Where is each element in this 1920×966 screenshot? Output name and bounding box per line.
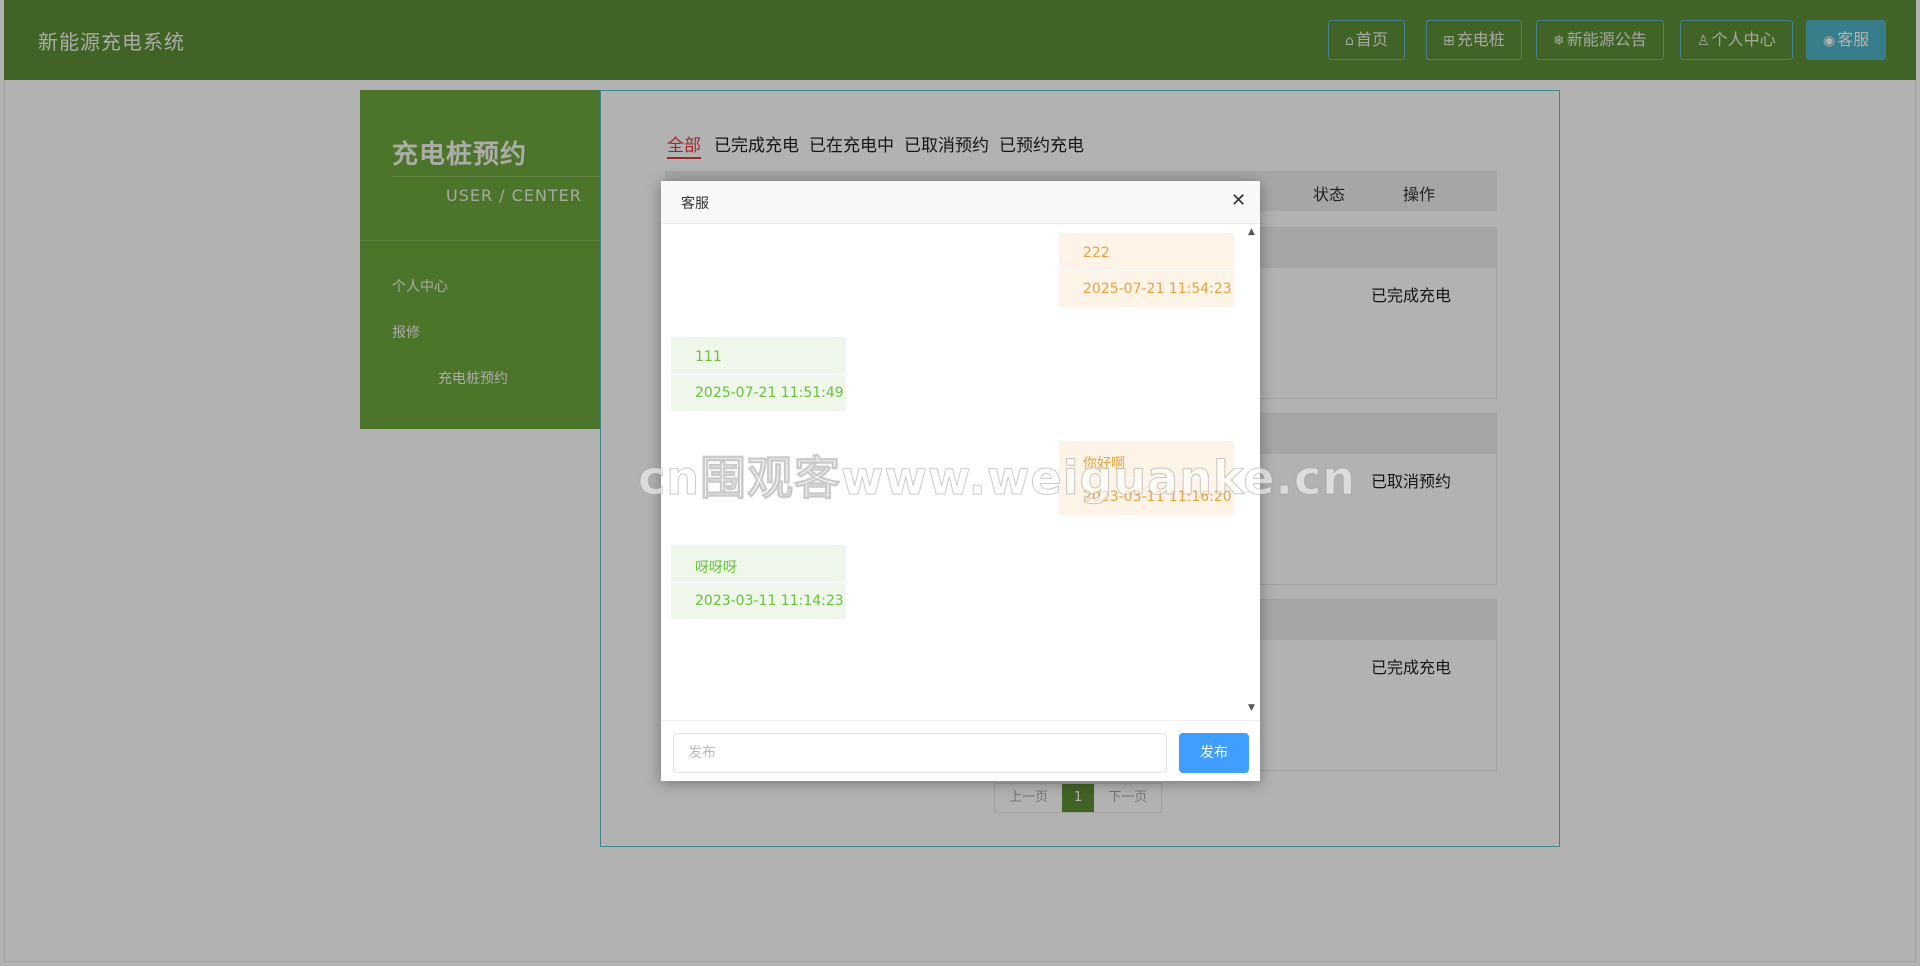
message-divider (1059, 270, 1234, 271)
chat-input[interactable] (673, 733, 1167, 773)
modal-title: 客服 (681, 196, 709, 212)
message-time: 2025-07-21 11:54:23 (1083, 281, 1232, 297)
message-text: 呀呀呀 (695, 560, 737, 576)
close-icon[interactable]: ✕ (1231, 190, 1246, 211)
message-text: 222 (1083, 245, 1110, 261)
message-divider (671, 374, 846, 375)
message-text: 111 (695, 349, 722, 365)
message-time: 2023-03-11 11:14:23 (695, 593, 844, 609)
scroll-up-icon[interactable]: ▲ (1248, 227, 1255, 237)
chat-message-sent: 222 2025-07-21 11:54:23 (1059, 233, 1234, 307)
chat-message-received: 111 2025-07-21 11:51:49 (671, 337, 846, 411)
watermark: cn围观客www.weiguanke.cn (637, 451, 1357, 506)
modal-footer: 发布 (661, 720, 1260, 782)
scroll-down-icon[interactable]: ▼ (1248, 703, 1255, 713)
message-time: 2025-07-21 11:51:49 (695, 385, 844, 401)
modal-header: 客服 ✕ (661, 181, 1260, 224)
message-divider (671, 582, 846, 583)
chat-message-received: 呀呀呀 2023-03-11 11:14:23 (671, 545, 846, 619)
send-button[interactable]: 发布 (1179, 733, 1249, 773)
